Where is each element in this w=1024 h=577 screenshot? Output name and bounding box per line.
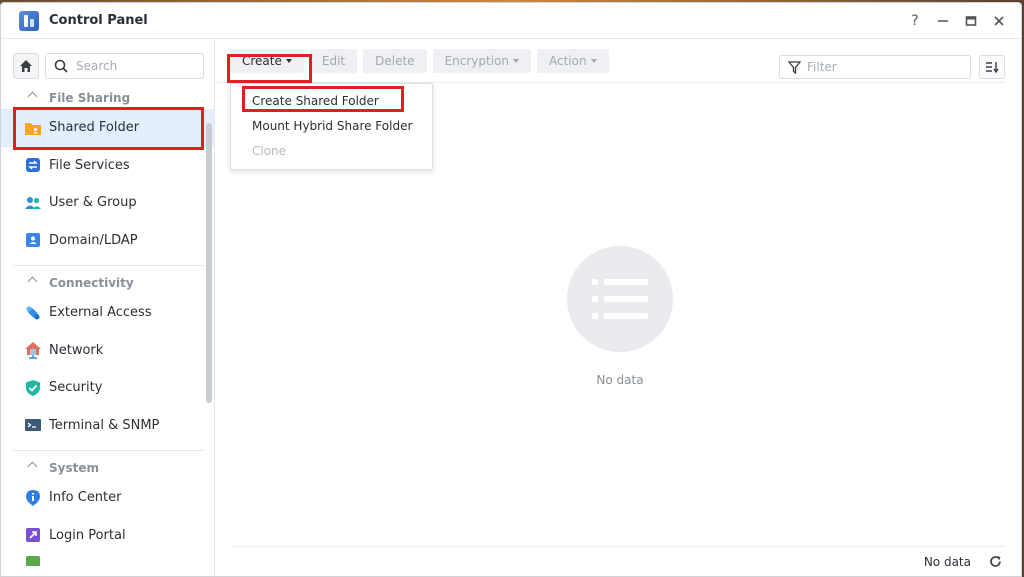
section-connectivity[interactable]: Connectivity (1, 272, 214, 294)
filter-icon (788, 60, 801, 74)
sidebar-item-label: Security (49, 380, 103, 396)
sidebar-item-label: Domain/LDAP (49, 232, 138, 248)
control-panel-app-icon (19, 10, 39, 31)
control-panel-window: Control Panel ? Search File Sharing Shar… (0, 2, 1022, 577)
menu-item-clone: Clone (252, 143, 287, 158)
sidebar-item-user-group[interactable]: User & Group (1, 184, 214, 222)
sidebar-item-label: Info Center (49, 490, 122, 506)
minimize-icon (938, 19, 948, 22)
window-controls: ? (901, 7, 1013, 35)
section-file-sharing[interactable]: File Sharing (1, 87, 214, 109)
sidebar-item-label: Terminal & SNMP (49, 417, 160, 433)
chevron-up-icon (27, 461, 38, 472)
sidebar-item-security[interactable]: Security (1, 369, 214, 407)
sidebar-scrollbar[interactable] (206, 123, 212, 403)
footer-status-text: No data (923, 554, 971, 569)
caret-down-icon (513, 58, 519, 63)
section-divider (13, 450, 204, 451)
sidebar-item-network[interactable]: Network (1, 332, 214, 370)
info-pin-icon (24, 489, 42, 507)
menu-item-create-shared-folder[interactable]: Create Shared Folder (231, 88, 432, 113)
home-icon (20, 60, 32, 72)
sidebar-item-login-portal[interactable]: Login Portal (1, 517, 214, 555)
sidebar-item-label: Network (49, 342, 104, 358)
minimize-button[interactable] (929, 7, 957, 35)
maximize-button[interactable] (957, 7, 985, 35)
empty-state-illustration (567, 246, 673, 352)
section-divider (13, 265, 204, 266)
close-icon (994, 15, 1004, 26)
user-group-icon (24, 194, 42, 212)
home-button[interactable] (13, 53, 39, 79)
empty-state-text: No data (596, 373, 644, 387)
search-input[interactable] (76, 59, 196, 73)
section-title: Connectivity (49, 276, 134, 290)
sidebar: File Sharing Shared Folder File Services… (1, 39, 215, 576)
create-button[interactable]: Create (230, 48, 304, 73)
edit-button[interactable]: Edit (309, 48, 358, 73)
encryption-label: Encryption (444, 53, 509, 68)
filter-box (779, 55, 971, 79)
action-button[interactable]: Action (537, 48, 609, 73)
sidebar-item-info-center[interactable]: Info Center (1, 479, 214, 517)
shield-icon (24, 379, 42, 397)
sidebar-item-external-access[interactable]: External Access (1, 294, 214, 332)
sidebar-search (45, 53, 204, 79)
filter-input[interactable] (807, 60, 957, 74)
external-access-icon (24, 304, 42, 322)
maximize-icon (965, 15, 977, 26)
sidebar-item-label: File Services (49, 157, 130, 173)
sidebar-item-shared-folder[interactable]: Shared Folder (1, 109, 214, 147)
chevron-up-icon (27, 91, 38, 102)
sidebar-item-terminal-snmp[interactable]: Terminal & SNMP (1, 407, 214, 445)
search-icon (54, 59, 68, 73)
login-portal-icon (24, 526, 42, 544)
sidebar-item-label: Shared Folder (49, 120, 140, 136)
main-panel: Create Edit Delete Encryption Action Fil… (215, 39, 1021, 576)
action-label: Action (549, 53, 587, 68)
section-title: System (49, 461, 99, 475)
status-footer: No data (230, 546, 1005, 576)
sort-icon (986, 62, 999, 73)
sidebar-item-file-services[interactable]: File Services (1, 147, 214, 185)
sidebar-item-label: External Access (49, 305, 152, 321)
shared-folder-icon (24, 119, 42, 137)
sidebar-item-label: Login Portal (49, 527, 126, 543)
help-button[interactable]: ? (901, 7, 929, 35)
domain-ldap-icon (24, 231, 42, 249)
list-icon (592, 279, 648, 319)
sort-button[interactable] (979, 55, 1005, 79)
section-title: File Sharing (49, 91, 131, 105)
title-bar[interactable]: Control Panel ? (1, 3, 1021, 39)
file-services-icon (24, 156, 42, 174)
encryption-button[interactable]: Encryption (432, 48, 531, 73)
sidebar-item-domain-ldap[interactable]: Domain/LDAP (1, 222, 214, 260)
network-house-icon (24, 341, 42, 359)
caret-down-icon (285, 58, 292, 63)
menu-item-mount-hybrid-share-folder[interactable]: Mount Hybrid Share Folder (231, 113, 432, 138)
refresh-icon (989, 556, 1001, 567)
caret-down-icon (590, 58, 597, 63)
chevron-up-icon (27, 276, 38, 287)
terminal-icon (24, 416, 42, 434)
sidebar-item-label: User & Group (49, 195, 137, 211)
refresh-button[interactable] (985, 552, 1005, 572)
regional-options-icon (24, 554, 42, 566)
create-menu: Create Shared Folder Mount Hybrid Share … (230, 83, 433, 170)
create-label: Create (242, 53, 282, 68)
sidebar-item-partial[interactable] (1, 554, 214, 566)
section-system[interactable]: System (1, 457, 214, 479)
close-button[interactable] (985, 7, 1013, 35)
window-title: Control Panel (49, 13, 148, 28)
delete-button[interactable]: Delete (363, 48, 427, 73)
